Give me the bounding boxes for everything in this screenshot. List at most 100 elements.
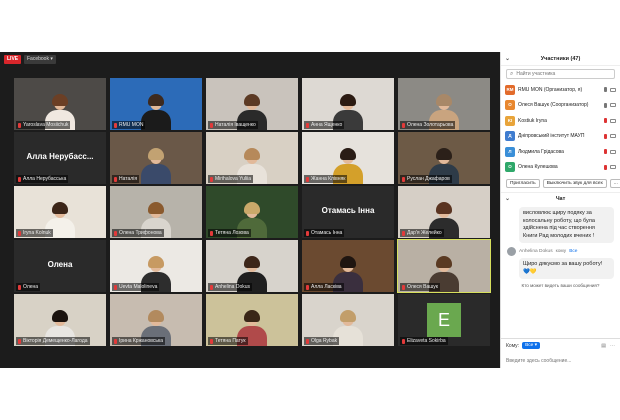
collapse-chevron-icon[interactable]: ⌄ — [505, 55, 510, 62]
file-icon[interactable]: ▤ — [601, 343, 606, 349]
camera-icon[interactable] — [610, 149, 616, 154]
more-button[interactable]: ... — [609, 179, 620, 188]
video-tile[interactable]: Anhelina Dokus — [206, 240, 298, 292]
mic-muted-icon[interactable] — [604, 118, 607, 124]
chat-tools: ▤ ⋯ — [601, 343, 615, 349]
mic-icon[interactable] — [604, 102, 607, 108]
tile-name-text: Олена — [23, 284, 39, 290]
video-tile[interactable]: Наталія Іващенко — [206, 78, 298, 130]
recipient-dropdown[interactable]: Все ▾ — [522, 342, 541, 349]
sender-name: Anhelina Dokus — [519, 249, 553, 254]
tile-name-label: Yaroslava Mosiichuk — [16, 121, 71, 129]
participant-row[interactable]: Л Людмила Грідасова — [505, 144, 616, 160]
chat-compose: Кому: Все ▾ ▤ ⋯ — [501, 338, 620, 368]
video-tile[interactable]: Вікторія Демещенко-Лагода — [14, 294, 106, 346]
camera-icon[interactable] — [610, 165, 616, 170]
muted-mic-icon — [210, 176, 213, 182]
video-tile[interactable]: Тетяна Лозова — [206, 186, 298, 238]
muted-mic-icon — [18, 122, 21, 128]
mute-all-button[interactable]: Выключить звук для всех — [542, 179, 607, 188]
camera-icon[interactable] — [610, 103, 616, 108]
participant-row[interactable]: KI Kostiuk Iryna — [505, 113, 616, 129]
tile-name-label: Наталія Іващенко — [208, 121, 258, 129]
tile-name-label: Ірина Кржановська — [112, 337, 166, 345]
video-tile[interactable]: E Elizaveta Sokirba — [398, 294, 490, 346]
participant-name: RMU MON (Организатор, я) — [518, 86, 583, 93]
video-tile[interactable]: Алла Нерубасс... Алла Нерубасська — [14, 132, 106, 184]
muted-mic-icon — [402, 122, 405, 128]
to-label: Кому: — [506, 342, 520, 349]
participant-list: RM RMU MON (Организатор, я) О Олеся Вашук (… — [505, 82, 616, 175]
more-icon[interactable]: ⋯ — [610, 343, 615, 349]
muted-mic-icon — [210, 338, 213, 344]
muted-mic-icon — [18, 284, 21, 290]
muted-mic-icon — [402, 284, 405, 290]
tile-name-text: Elizaveta Sokirba — [407, 338, 446, 344]
participant-status-icons — [604, 118, 616, 124]
sender-to-word: кому — [555, 249, 567, 254]
participant-row[interactable]: RM RMU MON (Организатор, я) — [505, 82, 616, 98]
video-tile[interactable]: Отамась Інна Отамась Інна — [302, 186, 394, 238]
tile-name-text: Тетяна Лозова — [215, 230, 249, 236]
tile-display-name: Алла Нерубасс... — [26, 152, 94, 161]
mic-muted-icon[interactable] — [604, 164, 607, 170]
video-tile[interactable]: Руслан Джафаров — [398, 132, 490, 184]
tile-name-label: Iryna Kolnuk — [16, 229, 53, 237]
participant-row[interactable]: О Олена Кулешова — [505, 160, 616, 176]
tile-name-label: Наталія — [112, 175, 140, 183]
tile-name-text: Uevta Malolineva — [119, 284, 158, 290]
tile-name-text: Олена Золотарьова — [407, 122, 454, 128]
chat-message-input[interactable] — [506, 358, 615, 364]
video-tile[interactable]: Дар'я Желейко — [398, 186, 490, 238]
live-badge[interactable]: LIVE — [4, 55, 22, 64]
camera-icon[interactable] — [610, 118, 616, 123]
camera-icon[interactable] — [610, 134, 616, 139]
camera-icon[interactable] — [610, 87, 616, 92]
invite-button[interactable]: Пригласить — [506, 179, 540, 188]
mic-icon[interactable] — [604, 87, 607, 93]
tile-name-text: Наталія — [119, 176, 138, 182]
video-tile[interactable]: Наталія — [110, 132, 202, 184]
gallery-grid: Yaroslava Mosiichuk RMU MON Наталія Іващен… — [14, 78, 491, 346]
tile-name-label: Олена — [16, 283, 41, 291]
participant-search-input[interactable] — [516, 71, 607, 77]
video-tile[interactable]: Mirihalova Yuliia — [206, 132, 298, 184]
participant-search[interactable]: ⌕ — [506, 69, 615, 79]
chat-collapse-chevron-icon[interactable]: ⌄ — [505, 195, 510, 202]
participants-title: Участники (47) — [540, 55, 581, 62]
video-tile[interactable]: Iryna Kolnuk — [14, 186, 106, 238]
muted-mic-icon — [114, 338, 117, 344]
tile-name-label: Алла Ласківа — [304, 283, 344, 291]
video-tile[interactable]: Uevta Malolineva — [110, 240, 202, 292]
video-tile[interactable]: Олена Трифонова — [110, 186, 202, 238]
tile-name-text: Анна Ященко — [311, 122, 343, 128]
video-tile[interactable]: Олена Олена — [14, 240, 106, 292]
participant-row[interactable]: О Олеся Вашук (Соорганизатор) — [505, 98, 616, 114]
muted-mic-icon — [114, 122, 117, 128]
video-tile[interactable]: Олена Золотарьова — [398, 78, 490, 130]
chat-header: ⌄ Чат — [501, 193, 620, 205]
mic-muted-icon[interactable] — [604, 133, 607, 139]
who-can-see-link[interactable]: Кто может видеть ваши сообщения? — [501, 283, 620, 288]
muted-mic-icon — [402, 176, 405, 182]
video-tile[interactable]: Жанна Клівняк — [302, 132, 394, 184]
tile-name-text: Дар'я Желейко — [407, 230, 442, 236]
muted-mic-icon — [306, 122, 309, 128]
video-tile[interactable]: Алла Ласківа — [302, 240, 394, 292]
participant-row[interactable]: Д Дніпровський інститут МАУП — [505, 129, 616, 145]
video-tile[interactable]: Olga Rybak — [302, 294, 394, 346]
video-tile[interactable]: Ірина Кржановська — [110, 294, 202, 346]
mic-muted-icon[interactable] — [604, 149, 607, 155]
video-tile[interactable]: Анна Ященко — [302, 78, 394, 130]
participant-name: Олена Кулешова — [518, 164, 558, 171]
muted-mic-icon — [306, 284, 309, 290]
participant-name: Олеся Вашук (Соорганизатор) — [518, 102, 589, 109]
facebook-stream-dropdown[interactable]: Facebook ▾ — [24, 55, 56, 64]
video-tile[interactable]: Yaroslava Mosiichuk — [14, 78, 106, 130]
muted-mic-icon — [210, 122, 213, 128]
participant-avatar: О — [505, 162, 515, 173]
participant-name: Дніпровський інститут МАУП — [518, 133, 585, 140]
video-tile[interactable]: RMU MON — [110, 78, 202, 130]
video-tile[interactable]: Олеся Вашук — [397, 239, 491, 293]
video-tile[interactable]: Тетяна Патук — [206, 294, 298, 346]
